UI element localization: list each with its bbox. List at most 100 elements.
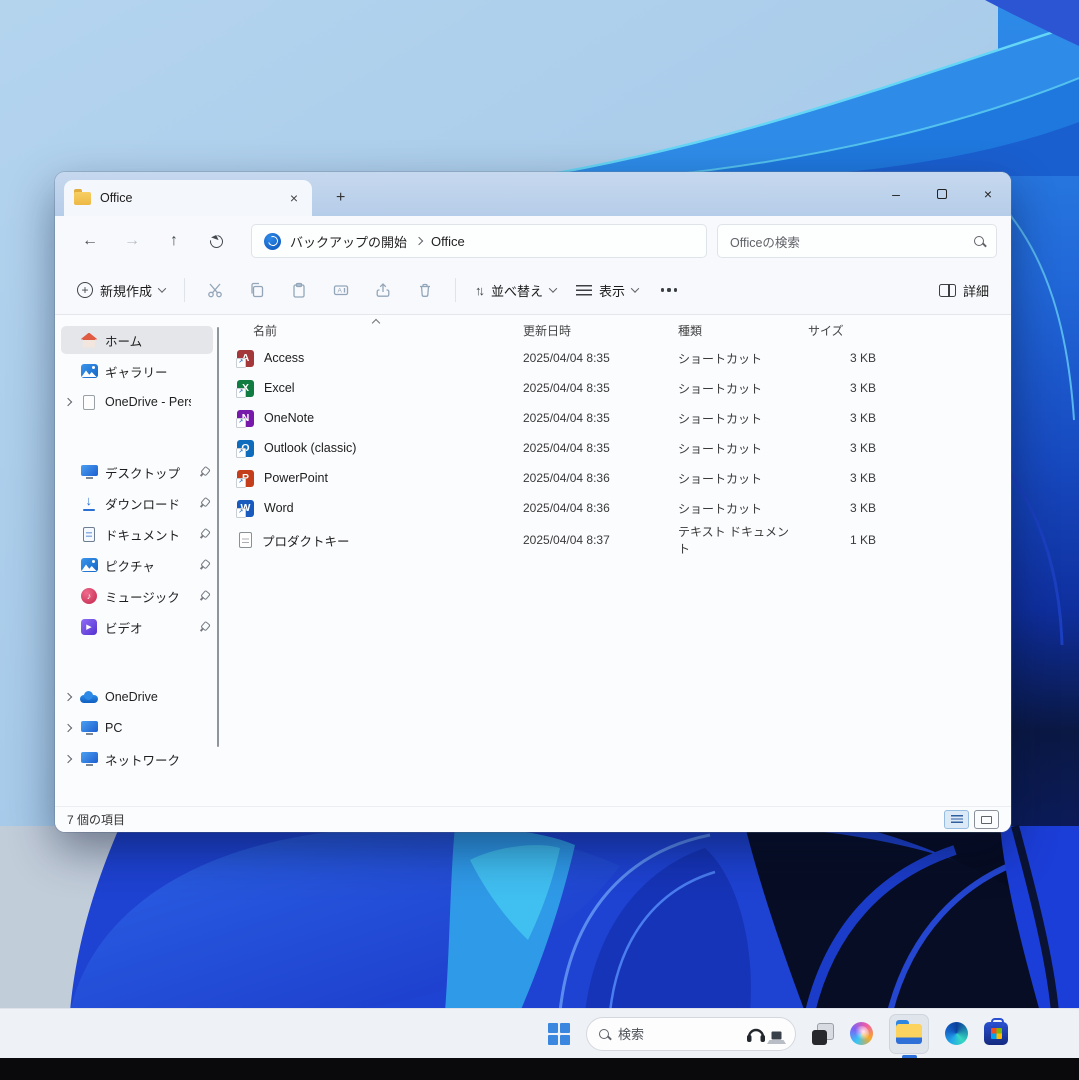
new-tab-button[interactable]: + xyxy=(324,180,357,216)
file-size: 3 KB xyxy=(800,471,886,485)
refresh-icon xyxy=(207,232,225,250)
sidebar-item-pictures[interactable]: ピクチャ xyxy=(61,551,213,579)
large-icons-view-toggle[interactable] xyxy=(974,810,999,829)
file-row-powerpoint[interactable]: P PowerPoint 2025/04/04 8:36 ショートカット 3 K… xyxy=(223,463,1011,493)
expand-chevron-icon[interactable] xyxy=(65,399,73,405)
close-button[interactable]: × xyxy=(965,172,1011,216)
file-type: ショートカット xyxy=(670,500,800,517)
maximize-button[interactable] xyxy=(919,172,965,216)
forward-button[interactable]: → xyxy=(111,224,153,258)
task-view-button[interactable] xyxy=(812,1023,834,1045)
file-size: 1 KB xyxy=(800,533,886,547)
more-options-button[interactable] xyxy=(648,272,690,308)
column-header-name[interactable]: 名前 xyxy=(223,322,515,339)
details-pane-button[interactable]: 詳細 xyxy=(929,272,999,308)
file-row-word[interactable]: W Word 2025/04/04 8:36 ショートカット 3 KB xyxy=(223,493,1011,523)
tab-office[interactable]: Office × xyxy=(64,180,312,216)
refresh-button[interactable] xyxy=(195,224,237,258)
new-item-button[interactable]: + 新規作成 xyxy=(67,272,175,308)
status-bar: 7 個の項目 xyxy=(55,806,1011,832)
rename-icon: A xyxy=(332,281,350,299)
expand-chevron-icon[interactable] xyxy=(65,725,73,731)
large-icons-view-icon xyxy=(981,816,992,824)
sidebar-item-label: ギャラリー xyxy=(105,362,191,381)
toolbar-divider xyxy=(455,278,456,302)
file-name: Access xyxy=(264,351,304,365)
cut-button[interactable] xyxy=(194,272,236,308)
sidebar-item-onedrive[interactable]: OneDrive xyxy=(61,683,213,711)
view-button[interactable]: 表示 xyxy=(566,272,648,308)
expand-chevron-icon[interactable] xyxy=(65,694,73,700)
column-header-size[interactable]: サイズ xyxy=(800,322,886,339)
sidebar-item-gallery[interactable]: ギャラリー xyxy=(61,357,213,385)
column-header-type[interactable]: 種類 xyxy=(670,322,800,339)
search-icon xyxy=(599,1029,609,1039)
sidebar-item-label: ドキュメント xyxy=(105,525,191,544)
file-row-excel[interactable]: X Excel 2025/04/04 8:35 ショートカット 3 KB xyxy=(223,373,1011,403)
file-row-outlook[interactable]: O Outlook (classic) 2025/04/04 8:35 ショート… xyxy=(223,433,1011,463)
taskbar-search[interactable]: 検索 xyxy=(586,1017,796,1051)
view-toggles xyxy=(944,810,999,829)
copy-button[interactable] xyxy=(236,272,278,308)
pin-icon xyxy=(195,526,211,542)
breadcrumb-current[interactable]: Office xyxy=(431,234,465,249)
file-size: 3 KB xyxy=(800,411,886,425)
file-explorer-taskbar-button[interactable] xyxy=(889,1014,929,1054)
file-name-cell: プロダクトキー xyxy=(223,531,515,550)
file-name: PowerPoint xyxy=(264,471,328,485)
file-size: 3 KB xyxy=(800,501,886,515)
search-box[interactable]: Officeの検索 xyxy=(717,224,997,258)
file-name: Outlook (classic) xyxy=(264,441,356,455)
breadcrumb-root[interactable]: バックアップの開始 xyxy=(290,232,407,251)
plus-circle-icon: + xyxy=(77,282,93,298)
sidebar-item-documents[interactable]: ドキュメント xyxy=(61,520,213,548)
sidebar-scrollbar[interactable] xyxy=(217,327,220,747)
start-button[interactable] xyxy=(548,1023,570,1045)
expand-chevron-icon[interactable] xyxy=(65,756,73,762)
network-icon xyxy=(80,751,98,768)
breadcrumb[interactable]: バックアップの開始 Office xyxy=(251,224,707,258)
sidebar-item-home[interactable]: ホーム xyxy=(61,326,213,354)
pc-icon xyxy=(80,720,98,737)
file-name: Excel xyxy=(264,381,295,395)
paste-button[interactable] xyxy=(278,272,320,308)
sidebar-item-pc[interactable]: PC xyxy=(61,714,213,742)
sidebar-item-downloads[interactable]: ダウンロード xyxy=(61,489,213,517)
tab-close-icon[interactable]: × xyxy=(286,190,302,206)
microsoft-store-button[interactable] xyxy=(984,1022,1008,1045)
sort-button[interactable]: ↑↓ 並べ替え xyxy=(465,272,566,308)
sidebar-item-videos[interactable]: ビデオ xyxy=(61,613,213,641)
cut-icon xyxy=(206,281,224,299)
sidebar-item-network[interactable]: ネットワーク xyxy=(61,745,213,773)
minimize-button[interactable]: – xyxy=(873,172,919,216)
edge-browser-button[interactable] xyxy=(945,1022,968,1045)
file-list: 名前 更新日時 種類 サイズ A Access 2025/04/04 8:35 … xyxy=(223,315,1011,806)
details-view-toggle[interactable] xyxy=(944,810,969,829)
file-row-onenote[interactable]: N OneNote 2025/04/04 8:35 ショートカット 3 KB xyxy=(223,403,1011,433)
rename-button[interactable]: A xyxy=(320,272,362,308)
sidebar-item-music[interactable]: ミュージック xyxy=(61,582,213,610)
sidebar-item-desktop[interactable]: デスクトップ xyxy=(61,458,213,486)
file-name-cell: A Access xyxy=(223,350,515,367)
sidebar-item-onedrive-personal[interactable]: OneDrive - Pers xyxy=(61,388,213,416)
details-pane-icon xyxy=(939,284,956,297)
toolbar-divider xyxy=(184,278,185,302)
file-size: 3 KB xyxy=(800,381,886,395)
word-shortcut-icon: W xyxy=(237,500,254,517)
back-button[interactable]: ← xyxy=(69,224,111,258)
share-button[interactable] xyxy=(362,272,404,308)
address-bar: ← → ↑ バックアップの開始 Office Officeの検索 xyxy=(55,216,1011,266)
delete-button[interactable] xyxy=(404,272,446,308)
file-date: 2025/04/04 8:35 xyxy=(515,381,670,395)
copilot-button[interactable] xyxy=(850,1022,873,1045)
powerpoint-shortcut-icon: P xyxy=(237,470,254,487)
up-button[interactable]: ↑ xyxy=(153,224,195,258)
music-icon xyxy=(80,588,98,605)
file-row-product-key[interactable]: プロダクトキー 2025/04/04 8:37 テキスト ドキュメント 1 KB xyxy=(223,523,1011,553)
file-type: ショートカット xyxy=(670,410,800,427)
file-date: 2025/04/04 8:35 xyxy=(515,411,670,425)
sort-icon: ↑↓ xyxy=(475,283,482,298)
column-header-date[interactable]: 更新日時 xyxy=(515,322,670,339)
file-name-cell: X Excel xyxy=(223,380,515,397)
file-row-access[interactable]: A Access 2025/04/04 8:35 ショートカット 3 KB xyxy=(223,343,1011,373)
